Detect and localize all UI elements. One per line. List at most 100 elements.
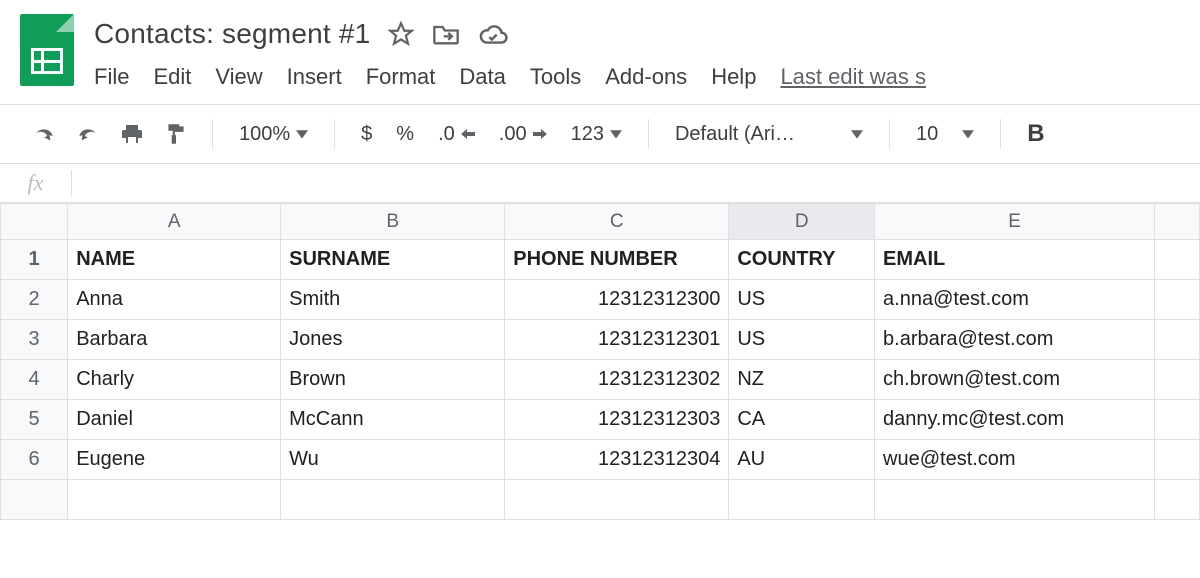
row-header[interactable]: 3 bbox=[1, 320, 68, 360]
cell[interactable]: Anna bbox=[68, 280, 281, 320]
spreadsheet-grid[interactable]: A B C D E 1 NAME SURNAME PHONE NUMBER CO… bbox=[0, 203, 1200, 520]
star-icon[interactable] bbox=[388, 21, 414, 47]
cell[interactable]: Jones bbox=[281, 320, 505, 360]
sheets-logo-icon[interactable] bbox=[20, 14, 74, 86]
cell[interactable]: US bbox=[729, 320, 875, 360]
menu-tools[interactable]: Tools bbox=[530, 64, 581, 90]
caret-down-icon bbox=[296, 123, 308, 146]
cell[interactable]: Barbara bbox=[68, 320, 281, 360]
menu-file[interactable]: File bbox=[94, 64, 129, 90]
cell[interactable]: CA bbox=[729, 400, 875, 440]
document-title[interactable]: Contacts: segment #1 bbox=[94, 18, 370, 50]
bold-button[interactable]: B bbox=[1019, 120, 1052, 148]
zoom-dropdown[interactable]: 100% bbox=[231, 123, 316, 146]
decrease-decimal-label: .0 bbox=[438, 123, 455, 146]
row-header[interactable]: 6 bbox=[1, 440, 68, 480]
cell[interactable]: 12312312301 bbox=[505, 320, 729, 360]
cell[interactable]: Wu bbox=[281, 440, 505, 480]
cell[interactable]: 12312312300 bbox=[505, 280, 729, 320]
cell[interactable]: b.arbara@test.com bbox=[875, 320, 1155, 360]
row-header[interactable]: 5 bbox=[1, 400, 68, 440]
cell[interactable] bbox=[281, 480, 505, 520]
cell[interactable]: AU bbox=[729, 440, 875, 480]
cell[interactable]: a.nna@test.com bbox=[875, 280, 1155, 320]
col-header-a[interactable]: A bbox=[68, 204, 281, 240]
row-header[interactable] bbox=[1, 480, 68, 520]
cell[interactable]: US bbox=[729, 280, 875, 320]
title-bar: Contacts: segment #1 File Edit View Inse… bbox=[0, 0, 1200, 90]
cell[interactable]: wue@test.com bbox=[875, 440, 1155, 480]
more-formats-dropdown[interactable]: 123 bbox=[563, 123, 630, 146]
toolbar-separator bbox=[212, 119, 213, 149]
cell[interactable] bbox=[68, 480, 281, 520]
fx-label: fx bbox=[0, 170, 72, 196]
redo-button[interactable] bbox=[70, 116, 106, 152]
format-currency-button[interactable]: $ bbox=[353, 123, 380, 146]
cell[interactable] bbox=[1155, 280, 1200, 320]
menu-view[interactable]: View bbox=[215, 64, 262, 90]
col-header-d[interactable]: D bbox=[729, 204, 875, 240]
table-row: 2 Anna Smith 12312312300 US a.nna@test.c… bbox=[1, 280, 1200, 320]
cell[interactable]: EMAIL bbox=[875, 240, 1155, 280]
menu-format[interactable]: Format bbox=[366, 64, 436, 90]
paint-format-button[interactable] bbox=[158, 116, 194, 152]
col-header-b[interactable]: B bbox=[281, 204, 505, 240]
toolbar-separator bbox=[1000, 119, 1001, 149]
menu-insert[interactable]: Insert bbox=[287, 64, 342, 90]
font-size-value: 10 bbox=[916, 123, 938, 146]
col-header-next[interactable] bbox=[1155, 204, 1200, 240]
font-family-label: Default (Ari… bbox=[675, 123, 845, 146]
increase-decimal-button[interactable]: .00 bbox=[491, 123, 555, 146]
toolbar-separator bbox=[334, 119, 335, 149]
select-all-corner[interactable] bbox=[1, 204, 68, 240]
cell[interactable]: 12312312303 bbox=[505, 400, 729, 440]
cell[interactable] bbox=[1155, 320, 1200, 360]
col-header-e[interactable]: E bbox=[875, 204, 1155, 240]
cell[interactable]: 12312312302 bbox=[505, 360, 729, 400]
cell[interactable] bbox=[1155, 360, 1200, 400]
font-size-dropdown[interactable]: 10 bbox=[908, 123, 982, 146]
font-family-dropdown[interactable]: Default (Ari… bbox=[667, 123, 871, 146]
table-row: 1 NAME SURNAME PHONE NUMBER COUNTRY EMAI… bbox=[1, 240, 1200, 280]
caret-down-icon bbox=[962, 123, 974, 146]
menu-addons[interactable]: Add-ons bbox=[605, 64, 687, 90]
format-percent-button[interactable]: % bbox=[388, 123, 422, 146]
cell[interactable]: NZ bbox=[729, 360, 875, 400]
col-header-c[interactable]: C bbox=[505, 204, 729, 240]
table-row: 5 Daniel McCann 12312312303 CA danny.mc@… bbox=[1, 400, 1200, 440]
cell[interactable]: PHONE NUMBER bbox=[505, 240, 729, 280]
cell[interactable]: Brown bbox=[281, 360, 505, 400]
cell[interactable]: ch.brown@test.com bbox=[875, 360, 1155, 400]
menu-help[interactable]: Help bbox=[711, 64, 756, 90]
cell[interactable]: Smith bbox=[281, 280, 505, 320]
undo-button[interactable] bbox=[26, 116, 62, 152]
formula-input[interactable] bbox=[72, 164, 1200, 202]
cell[interactable]: SURNAME bbox=[281, 240, 505, 280]
cell[interactable] bbox=[1155, 240, 1200, 280]
cell[interactable]: NAME bbox=[68, 240, 281, 280]
decrease-decimal-button[interactable]: .0 bbox=[430, 123, 483, 146]
row-header[interactable]: 2 bbox=[1, 280, 68, 320]
cell[interactable]: 12312312304 bbox=[505, 440, 729, 480]
cell[interactable]: Daniel bbox=[68, 400, 281, 440]
menu-edit[interactable]: Edit bbox=[153, 64, 191, 90]
cell[interactable] bbox=[1155, 480, 1200, 520]
toolbar: 100% $ % .0 .00 123 Default (Ari… bbox=[0, 105, 1200, 163]
cell[interactable]: danny.mc@test.com bbox=[875, 400, 1155, 440]
cell[interactable] bbox=[729, 480, 875, 520]
cell[interactable]: COUNTRY bbox=[729, 240, 875, 280]
cell[interactable] bbox=[875, 480, 1155, 520]
menu-data[interactable]: Data bbox=[459, 64, 505, 90]
cell[interactable]: Charly bbox=[68, 360, 281, 400]
cell[interactable] bbox=[1155, 440, 1200, 480]
cell[interactable]: McCann bbox=[281, 400, 505, 440]
cell[interactable] bbox=[1155, 400, 1200, 440]
last-edit-link[interactable]: Last edit was s bbox=[780, 64, 926, 90]
row-header[interactable]: 1 bbox=[1, 240, 68, 280]
move-to-folder-icon[interactable] bbox=[432, 22, 460, 46]
cell[interactable]: Eugene bbox=[68, 440, 281, 480]
row-header[interactable]: 4 bbox=[1, 360, 68, 400]
print-button[interactable] bbox=[114, 116, 150, 152]
cloud-saved-icon[interactable] bbox=[478, 23, 508, 45]
cell[interactable] bbox=[505, 480, 729, 520]
